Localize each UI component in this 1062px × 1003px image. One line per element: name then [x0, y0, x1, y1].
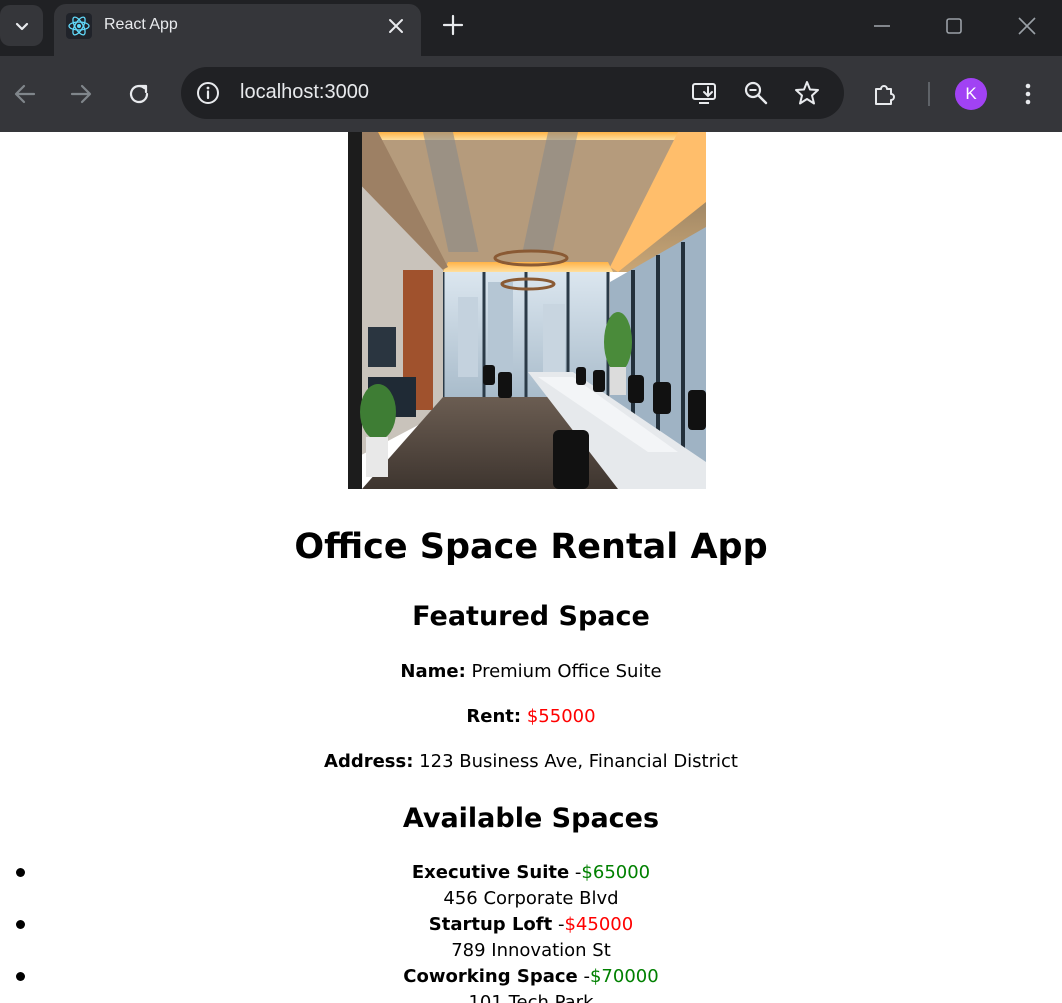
maximize-icon[interactable] [942, 14, 966, 38]
space-address: 789 Innovation St [451, 940, 611, 961]
space-name: Startup Loft [428, 914, 553, 935]
featured-address-line: Address: 123 Business Ave, Financial Dis… [0, 751, 1062, 772]
close-icon[interactable] [386, 16, 406, 36]
active-tab[interactable]: React App [54, 4, 421, 56]
space-rent: $65000 [581, 862, 651, 883]
space-title-line: Executive Suite -$65000 [0, 860, 1062, 886]
list-item: Startup Loft -$45000 789 Innovation St [0, 912, 1062, 964]
minimize-icon[interactable] [870, 14, 894, 38]
list-bullet [16, 920, 25, 929]
install-app-icon[interactable] [690, 79, 718, 107]
extensions-icon[interactable] [871, 80, 899, 108]
space-list: Executive Suite -$65000 456 Corporate Bl… [0, 860, 1062, 1003]
more-menu-icon[interactable] [1014, 80, 1042, 108]
site-info-icon[interactable] [194, 79, 222, 107]
space-name: Executive Suite [411, 862, 570, 883]
toolbar-divider [928, 82, 930, 106]
featured-rent-value: $55000 [526, 706, 596, 727]
featured-address-label: Address: [324, 751, 414, 772]
featured-name-value: Premium Office Suite [471, 661, 662, 682]
featured-rent-line: Rent: $55000 [0, 706, 1062, 727]
page-content: Office Space Rental App Featured Space N… [0, 132, 1062, 1003]
space-title-line: Startup Loft -$45000 [0, 912, 1062, 938]
url-text: localhost:3000 [240, 81, 369, 103]
featured-rent-label: Rent: [466, 706, 522, 727]
list-item: Coworking Space -$70000 101 Tech Park [0, 964, 1062, 1003]
star-icon[interactable] [793, 79, 821, 107]
close-window-icon[interactable] [1015, 14, 1039, 38]
featured-address-value: 123 Business Ave, Financial District [419, 751, 738, 772]
reload-icon[interactable] [126, 81, 152, 107]
address-bar[interactable]: localhost:3000 [181, 67, 844, 119]
office-hero-image [348, 132, 706, 489]
zoom-icon[interactable] [742, 79, 770, 107]
tab-search-icon [15, 22, 28, 30]
tab-title: React App [104, 16, 178, 33]
available-heading: Available Spaces [402, 803, 660, 834]
space-name: Coworking Space [403, 966, 578, 987]
list-bullet [16, 972, 25, 981]
list-item: Executive Suite -$65000 456 Corporate Bl… [0, 860, 1062, 912]
plus-icon[interactable] [442, 14, 464, 36]
space-rent: $70000 [589, 966, 659, 987]
forward-icon[interactable] [68, 81, 94, 107]
space-rent: $45000 [564, 914, 634, 935]
react-favicon-icon [66, 13, 92, 39]
back-icon[interactable] [12, 81, 38, 107]
page-title: Office Space Rental App [294, 527, 768, 567]
featured-heading: Featured Space [412, 601, 650, 632]
featured-name-label: Name: [400, 661, 466, 682]
tab-search-button[interactable] [0, 5, 43, 46]
browser-toolbar: localhost:3000 K [0, 56, 1062, 132]
featured-name-line: Name: Premium Office Suite [0, 661, 1062, 682]
list-bullet [16, 868, 25, 877]
space-address: 456 Corporate Blvd [443, 888, 619, 909]
space-title-line: Coworking Space -$70000 [0, 964, 1062, 990]
space-address: 101 Tech Park [468, 992, 594, 1003]
browser-titlebar: React App [0, 0, 1062, 56]
profile-avatar[interactable]: K [955, 78, 987, 110]
